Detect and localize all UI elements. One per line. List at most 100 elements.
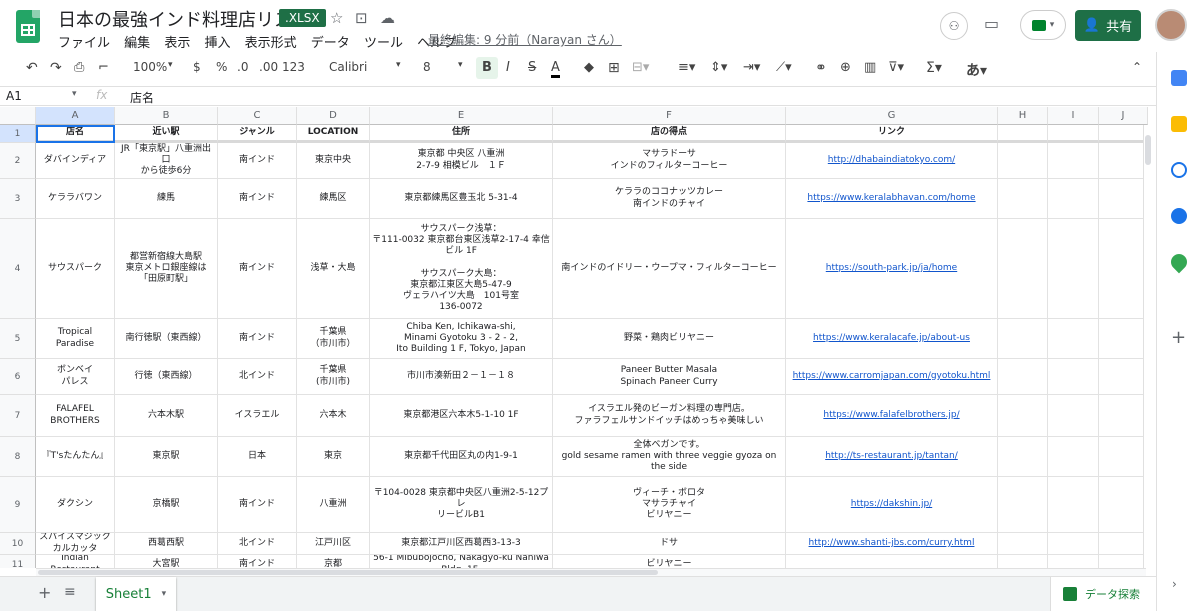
cell-j10[interactable]: [1099, 533, 1148, 555]
activity-dashboard-icon[interactable]: ⚇: [940, 12, 968, 40]
cell-f3[interactable]: ケララのココナッツカレー 南インドのチャイ: [553, 179, 786, 219]
percent-button[interactable]: %: [216, 60, 227, 74]
calendar-icon[interactable]: [1171, 70, 1187, 86]
row-header[interactable]: 3: [0, 179, 36, 219]
cell-b10[interactable]: 西葛西駅: [115, 533, 218, 555]
last-edit-link[interactable]: 最終編集: 9 分前（Narayan さん）: [428, 31, 622, 48]
horizontal-scrollbar[interactable]: [36, 568, 1146, 576]
cell-j9[interactable]: [1099, 477, 1148, 533]
cell-e3[interactable]: 東京都練馬区豊玉北 5-31-4: [370, 179, 553, 219]
hide-panel-icon[interactable]: ›: [1172, 577, 1177, 591]
cell-c6[interactable]: 北インド: [218, 359, 297, 395]
cell-a11[interactable]: Indian Restaurant: [36, 555, 115, 568]
cell-i4[interactable]: [1048, 219, 1099, 319]
cell-f6[interactable]: Paneer Butter Masala Spinach Paneer Curr…: [553, 359, 786, 395]
link-icon[interactable]: ⚭: [815, 60, 827, 76]
cell-e5[interactable]: Chiba Ken, Ichikawa-shi, Minami Gyotoku …: [370, 319, 553, 359]
cell-e11[interactable]: 56-1 Mibubojocho, Nakagyo-ku Naniwa Bldg…: [370, 555, 553, 568]
row-header[interactable]: 2: [0, 143, 36, 179]
cell-i1[interactable]: [1048, 125, 1099, 143]
cell-g9[interactable]: https://dakshin.jp/: [786, 477, 998, 533]
merge-icon[interactable]: ⊟▾: [632, 60, 649, 75]
tasks-icon[interactable]: [1171, 162, 1187, 178]
comment-icon[interactable]: ⊕: [840, 60, 851, 75]
cell-g1[interactable]: リンク: [786, 125, 998, 143]
cell-g10[interactable]: http://www.shanti-jbs.com/curry.html: [786, 533, 998, 555]
cell-j2[interactable]: [1099, 143, 1148, 179]
cell-b2[interactable]: JR「東京駅」八重洲出口 から徒歩6分: [115, 143, 218, 179]
rotate-icon[interactable]: ⟋▾: [776, 60, 792, 75]
cell-d11[interactable]: 京都: [297, 555, 370, 568]
collapse-toolbar-icon[interactable]: ⌃: [1132, 60, 1142, 74]
row-header[interactable]: 9: [0, 477, 36, 533]
cell-e7[interactable]: 東京都港区六本木5-1-10 1F: [370, 395, 553, 437]
menu-insert[interactable]: 挿入: [204, 36, 230, 51]
cell-d8[interactable]: 東京: [297, 437, 370, 477]
column-header-g[interactable]: G: [786, 107, 998, 125]
cloud-status-icon[interactable]: ☁: [380, 9, 395, 27]
cell-b6[interactable]: 行徳（東西線）: [115, 359, 218, 395]
cell-d3[interactable]: 練馬区: [297, 179, 370, 219]
fill-color-icon[interactable]: ◆: [584, 60, 594, 75]
cell-link[interactable]: https://www.falafelbrothers.jp/: [823, 410, 959, 421]
cell-c8[interactable]: 日本: [218, 437, 297, 477]
column-header-a[interactable]: A: [36, 107, 115, 125]
menu-edit[interactable]: 編集: [124, 36, 150, 51]
name-box[interactable]: A1: [6, 89, 22, 103]
cell-e2[interactable]: 東京都 中央区 八重洲 2-7-9 相模ビル １Ｆ: [370, 143, 553, 179]
row-header[interactable]: 6: [0, 359, 36, 395]
cell-c2[interactable]: 南インド: [218, 143, 297, 179]
cell-i2[interactable]: [1048, 143, 1099, 179]
star-icon[interactable]: ☆: [330, 9, 343, 27]
cell-a4[interactable]: サウスパーク: [36, 219, 115, 319]
cell-e6[interactable]: 市川市湊新田２－１－１８: [370, 359, 553, 395]
text-color-icon[interactable]: A: [551, 60, 560, 78]
name-box-chevron-icon[interactable]: ▾: [72, 89, 77, 99]
comments-icon[interactable]: ▭: [984, 14, 999, 33]
cell-a6[interactable]: ボンベイ パレス: [36, 359, 115, 395]
select-all-corner[interactable]: [0, 107, 36, 125]
cell-d10[interactable]: 江戸川区: [297, 533, 370, 555]
italic-icon[interactable]: I: [506, 60, 510, 75]
row-header[interactable]: 7: [0, 395, 36, 437]
cell-h2[interactable]: [998, 143, 1048, 179]
cell-j4[interactable]: [1099, 219, 1148, 319]
share-button[interactable]: 👤 共有: [1075, 10, 1141, 41]
cell-j3[interactable]: [1099, 179, 1148, 219]
explore-button[interactable]: データ探索: [1050, 577, 1156, 611]
increase-decimal-button[interactable]: .00: [259, 60, 278, 74]
undo-icon[interactable]: ↶: [26, 60, 38, 76]
avatar[interactable]: [1155, 9, 1187, 41]
cell-b1[interactable]: 近い駅: [115, 125, 218, 143]
cell-link[interactable]: http://dhabaindiatokyo.com/: [828, 155, 955, 166]
cell-h11[interactable]: [998, 555, 1048, 568]
cell-h1[interactable]: [998, 125, 1048, 143]
document-title[interactable]: 日本の最強インド料理店リスト: [58, 6, 310, 32]
cell-c1[interactable]: ジャンル: [218, 125, 297, 143]
cell-d5[interactable]: 千葉県 （市川市）: [297, 319, 370, 359]
cell-d1[interactable]: LOCATION: [297, 125, 370, 143]
row-header[interactable]: 4: [0, 219, 36, 319]
cell-j1[interactable]: [1099, 125, 1148, 143]
cell-g11[interactable]: [786, 555, 998, 568]
sheet-tab-chevron-icon[interactable]: ▾: [162, 589, 167, 599]
column-header-f[interactable]: F: [553, 107, 786, 125]
move-folder-icon[interactable]: ⊡: [355, 9, 368, 27]
bold-icon[interactable]: B: [476, 57, 498, 79]
strikethrough-icon[interactable]: S: [528, 60, 536, 75]
cell-g4[interactable]: https://south-park.jp/ja/home: [786, 219, 998, 319]
cell-h3[interactable]: [998, 179, 1048, 219]
cell-h4[interactable]: [998, 219, 1048, 319]
more-formats-button[interactable]: 123: [282, 60, 305, 74]
currency-button[interactable]: $: [193, 60, 201, 74]
print-icon[interactable]: ⎙: [74, 60, 84, 75]
cell-f8[interactable]: 全体ベガンです。 gold sesame ramen with three ve…: [553, 437, 786, 477]
row-header[interactable]: 1: [0, 125, 36, 143]
cell-b9[interactable]: 京橋駅: [115, 477, 218, 533]
menu-format[interactable]: 表示形式: [245, 36, 297, 51]
add-sheet-icon[interactable]: +: [38, 583, 51, 602]
cell-j7[interactable]: [1099, 395, 1148, 437]
cell-e4[interactable]: サウスパーク浅草： 〒111-0032 東京都台東区浅草2-17-4 幸信ビル …: [370, 219, 553, 319]
cell-link[interactable]: https://south-park.jp/ja/home: [826, 263, 957, 274]
cell-g3[interactable]: https://www.keralabhavan.com/home: [786, 179, 998, 219]
